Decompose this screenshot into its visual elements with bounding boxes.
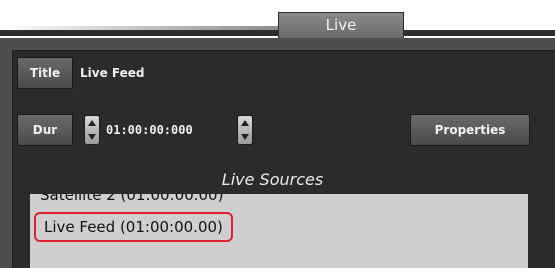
duration-spinner-right[interactable] [237, 115, 253, 145]
duration-button[interactable]: Dur [17, 114, 73, 146]
arrow-down-icon[interactable] [241, 134, 249, 140]
duration-spinner-left[interactable] [84, 115, 100, 145]
duration-value[interactable]: 01:00:00:000 [106, 114, 232, 146]
live-sources-list[interactable]: Satellite 2 (01:00:00.00) Live Feed (01:… [30, 194, 528, 268]
title-button[interactable]: Title [17, 57, 73, 89]
live-sources-header: Live Sources [221, 170, 324, 189]
properties-button[interactable]: Properties [410, 114, 530, 146]
tab-live[interactable]: Live [278, 12, 404, 38]
arrow-down-icon[interactable] [88, 134, 96, 140]
list-item[interactable]: Satellite 2 (01:00:00.00) [40, 194, 223, 204]
list-item-selected[interactable]: Live Feed (01:00:00.00) [34, 212, 233, 242]
title-value[interactable]: Live Feed [80, 57, 540, 89]
arrow-up-icon[interactable] [241, 120, 249, 126]
live-panel: Title Live Feed Dur 01:00:00:000 Propert… [0, 38, 555, 268]
arrow-up-icon[interactable] [88, 120, 96, 126]
